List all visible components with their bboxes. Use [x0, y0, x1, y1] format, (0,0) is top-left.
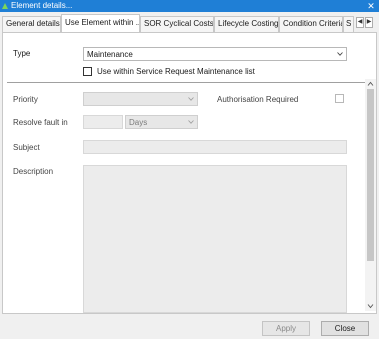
title-bar: Element details... ✕	[0, 0, 379, 12]
type-value: Maintenance	[87, 50, 133, 59]
tab-condition-criteria[interactable]: Condition Criteria	[279, 16, 343, 32]
description-label: Description	[13, 167, 54, 176]
subject-input[interactable]	[83, 140, 347, 154]
section-divider	[7, 82, 372, 83]
resolve-unit-value: Days	[129, 118, 148, 127]
priority-dropdown[interactable]	[83, 92, 198, 106]
description-input[interactable]	[83, 165, 347, 313]
apply-button[interactable]: Apply	[262, 321, 310, 336]
close-icon[interactable]: ✕	[363, 0, 379, 12]
element-app-icon	[2, 3, 8, 9]
type-label: Type	[13, 49, 31, 58]
tab-sor-cyclical-costs[interactable]: SOR Cyclical Costs	[140, 16, 214, 32]
service-request-checkbox[interactable]	[83, 67, 92, 76]
type-dropdown[interactable]: Maintenance	[83, 47, 347, 61]
resolve-unit-dropdown[interactable]: Days	[125, 115, 198, 129]
tab-overflow[interactable]: S	[343, 16, 354, 32]
subject-label: Subject	[13, 143, 40, 152]
resolve-fault-label: Resolve fault in	[13, 118, 68, 127]
authorisation-checkbox[interactable]	[335, 94, 344, 103]
tab-scroll-right-icon[interactable]: ▶	[365, 17, 373, 28]
window-title: Element details...	[11, 1, 73, 10]
tab-use-element-within[interactable]: Use Element within ...	[61, 14, 140, 32]
tab-strip: General details Use Element within ... S…	[0, 12, 379, 32]
scroll-down-icon[interactable]	[367, 303, 374, 309]
priority-label: Priority	[13, 95, 38, 104]
tab-general-details[interactable]: General details	[2, 16, 61, 32]
close-button[interactable]: Close	[321, 321, 369, 336]
chevron-down-icon	[188, 120, 194, 124]
tab-lifecycle-costing[interactable]: Lifecycle Costing	[214, 16, 279, 32]
chevron-down-icon	[337, 52, 343, 56]
chevron-down-icon	[188, 97, 194, 101]
vertical-scrollbar[interactable]	[365, 79, 376, 311]
scrollbar-thumb[interactable]	[367, 89, 374, 261]
resolve-fault-amount[interactable]	[83, 115, 123, 129]
service-request-label: Use within Service Request Maintenance l…	[97, 67, 255, 76]
scroll-up-icon[interactable]	[367, 81, 374, 87]
tab-panel: Type Maintenance Use within Service Requ…	[2, 32, 377, 314]
tab-scroll-left-icon[interactable]: ◀	[356, 17, 364, 28]
authorisation-label: Authorisation Required	[217, 95, 299, 104]
